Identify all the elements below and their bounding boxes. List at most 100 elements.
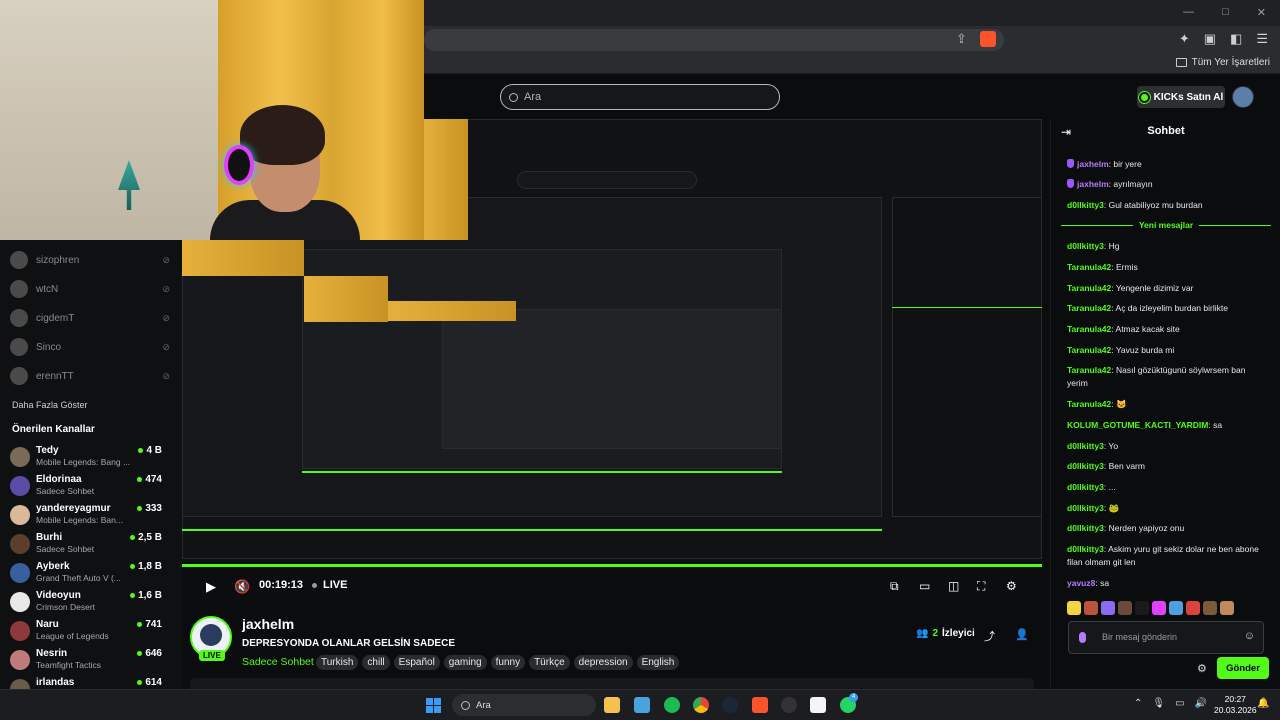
stream-category[interactable]: Sadece Sohbet	[242, 656, 314, 668]
picture-in-picture-icon[interactable]: ◫	[948, 579, 959, 593]
brave-icon[interactable]	[752, 697, 768, 713]
chat-username[interactable]: d0llkitty3	[1067, 523, 1104, 533]
fullscreen-icon[interactable]: ⛶	[977, 579, 985, 594]
emote-icon[interactable]	[1203, 601, 1217, 615]
live-dot-icon	[130, 593, 136, 598]
chat-username[interactable]: jaxhelm	[1077, 179, 1109, 189]
steam-icon[interactable]	[722, 697, 738, 713]
extensions-icon[interactable]: ✦	[1179, 31, 1190, 47]
network-icon[interactable]: ▭	[1175, 698, 1184, 709]
recommended-channel[interactable]: irlandas 614	[10, 676, 162, 689]
windows-start-icon[interactable]	[426, 698, 441, 713]
play-icon[interactable]: ▶	[206, 579, 216, 595]
recommended-channel[interactable]: Naru League of Legends 741	[10, 618, 162, 644]
chat-username[interactable]: jaxhelm	[1077, 159, 1109, 169]
chevron-up-icon[interactable]: ⌃	[1134, 698, 1142, 709]
chat-username[interactable]: Taranula42	[1067, 345, 1111, 355]
recommended-channel[interactable]: Eldorinaa Sadece Sohbet 474	[10, 473, 162, 499]
chat-username[interactable]: Taranula42	[1067, 283, 1111, 293]
recommended-channel[interactable]: Burhi Sadece Sohbet 2,5 B	[10, 531, 162, 557]
close-icon[interactable]: ✕	[1257, 6, 1266, 19]
recommended-channel[interactable]: yandereyagmur Mobile Legends: Ban... 333	[10, 502, 162, 528]
emote-icon[interactable]	[1067, 601, 1081, 615]
brave-shields-icon[interactable]	[980, 31, 996, 47]
streamer-name[interactable]: jaxhelm	[242, 616, 294, 632]
follow-icon[interactable]: 👤	[1015, 628, 1029, 641]
sidebar-followed-item[interactable]: sizophren ⊘	[10, 251, 170, 269]
player-progress-bar[interactable]	[182, 564, 1042, 567]
mute-icon[interactable]: 🔇	[234, 579, 250, 595]
emote-icon[interactable]	[1220, 601, 1234, 615]
tag[interactable]: Türkçe	[529, 655, 570, 670]
maximize-icon[interactable]: □	[1222, 6, 1229, 19]
chat-username[interactable]: Taranula42	[1067, 262, 1111, 272]
all-bookmarks-button[interactable]: Tüm Yer İşaretleri	[1175, 57, 1270, 68]
chat-username[interactable]: Taranula42	[1067, 324, 1111, 334]
emote-icon[interactable]	[1118, 601, 1132, 615]
user-avatar[interactable]	[1232, 86, 1254, 108]
photos-icon[interactable]	[634, 697, 650, 713]
tag[interactable]: funny	[490, 655, 526, 670]
recommended-channel[interactable]: Videoyun Crimson Desert 1,6 B	[10, 589, 162, 615]
volume-icon[interactable]: 🔊	[1195, 698, 1207, 709]
chat-input[interactable]: Bir mesaj gönderin ☺	[1068, 621, 1264, 654]
buy-kicks-button[interactable]: KICKs Satın Al	[1137, 86, 1225, 108]
recommended-channel[interactable]: Ayberk Grand Theft Auto V (... 1,8 B	[10, 560, 162, 586]
taskbar-clock[interactable]: 20:27 20.03.2026	[1214, 694, 1257, 716]
chat-username[interactable]: d0llkitty3	[1067, 503, 1104, 513]
wallet-icon[interactable]: ▣	[1204, 31, 1216, 47]
chrome-icon[interactable]	[693, 697, 709, 713]
emoji-picker-icon[interactable]: ☺	[1244, 630, 1255, 642]
obs-icon[interactable]	[781, 697, 797, 713]
chat-username[interactable]: KOLUM_GOTUME_KACTI_YARDIM	[1067, 420, 1208, 430]
chat-username[interactable]: Taranula42	[1067, 303, 1111, 313]
spotify-icon[interactable]	[664, 697, 680, 713]
clip-icon[interactable]: ⧉	[890, 579, 899, 594]
sidebar-followed-item[interactable]: cigdemT ⊘	[10, 309, 170, 327]
share-icon[interactable]: ⇪	[956, 31, 967, 47]
sidebar-followed-item[interactable]: erennTT ⊘	[10, 367, 170, 385]
search-input[interactable]: Ara	[500, 84, 780, 110]
chat-username[interactable]: d0llkitty3	[1067, 200, 1104, 210]
chat-username[interactable]: Taranula42	[1067, 399, 1111, 409]
chat-username[interactable]: d0llkitty3	[1067, 544, 1104, 554]
chat-username[interactable]: d0llkitty3	[1067, 441, 1104, 451]
tag[interactable]: depression	[573, 655, 633, 670]
file-explorer-icon[interactable]	[604, 697, 620, 713]
chat-username[interactable]: yavuz8	[1067, 578, 1095, 588]
tag[interactable]: gaming	[443, 655, 487, 670]
emote-icon[interactable]	[1084, 601, 1098, 615]
tag[interactable]: Turkish	[316, 655, 359, 670]
emote-icon[interactable]	[1169, 601, 1183, 615]
tag[interactable]: Español	[393, 655, 440, 670]
emote-icon[interactable]	[1101, 601, 1115, 615]
sidebar-followed-item[interactable]: Sinco ⊘	[10, 338, 170, 356]
taskbar-search[interactable]: Ara	[452, 694, 596, 716]
menu-icon[interactable]: ☰	[1256, 31, 1268, 47]
capcut-icon[interactable]	[810, 697, 826, 713]
recommended-channel[interactable]: Tedy Mobile Legends: Bang ... 4 B	[10, 444, 162, 470]
theater-mode-icon[interactable]: ▭	[919, 579, 930, 593]
tag[interactable]: chill	[362, 655, 390, 670]
share-icon[interactable]: ⤴	[984, 628, 995, 644]
chat-identity-icon[interactable]	[1079, 632, 1086, 643]
address-bar[interactable]	[424, 29, 1004, 51]
emote-icon[interactable]	[1186, 601, 1200, 615]
send-button[interactable]: Gönder	[1217, 657, 1269, 679]
recommended-channel[interactable]: Nesrin Teamfight Tactics 646	[10, 647, 162, 673]
notifications-bell-icon[interactable]: 🔔	[1257, 698, 1269, 709]
chat-username[interactable]: d0llkitty3	[1067, 241, 1104, 251]
chat-username[interactable]: d0llkitty3	[1067, 482, 1104, 492]
emote-icon[interactable]	[1152, 601, 1166, 615]
minimize-icon[interactable]: —	[1183, 6, 1194, 19]
tag[interactable]: English	[636, 655, 680, 670]
show-more-link[interactable]: Daha Fazla Göster	[12, 400, 88, 410]
microphone-icon[interactable]: 🎙	[1152, 698, 1165, 709]
chat-settings-gear-icon[interactable]: ⚙	[1197, 662, 1207, 675]
sidebar-followed-item[interactable]: wtcN ⊘	[10, 280, 170, 298]
chat-username[interactable]: Taranula42	[1067, 365, 1111, 375]
sidebar-icon[interactable]: ◧	[1230, 31, 1242, 47]
emote-icon[interactable]	[1135, 601, 1149, 615]
settings-gear-icon[interactable]: ⚙	[1006, 579, 1017, 593]
chat-username[interactable]: d0llkitty3	[1067, 461, 1104, 471]
